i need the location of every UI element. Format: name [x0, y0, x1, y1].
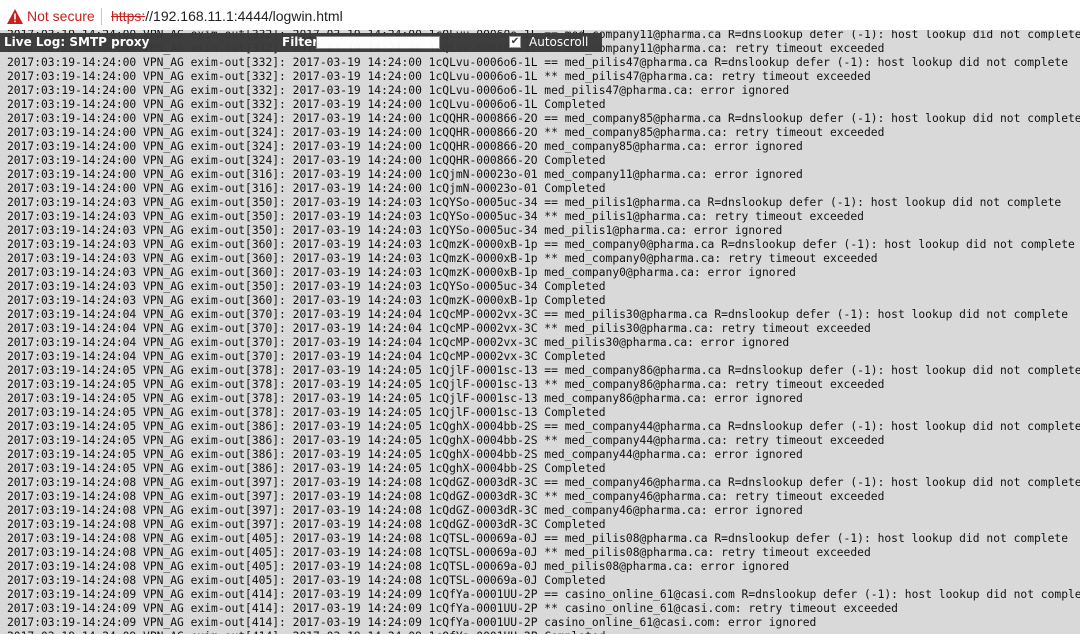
log-line: 2017:03:19-14:24:00 VPN_AG exim-out[332]… — [7, 70, 871, 83]
log-line: 2017:03:19-14:24:03 VPN_AG exim-out[360]… — [7, 294, 606, 307]
log-line: 2017:03:19-14:24:05 VPN_AG exim-out[386]… — [7, 420, 1080, 433]
log-line: 2017:03:19-14:24:08 VPN_AG exim-out[397]… — [7, 476, 1080, 489]
log-line: 2017:03:19-14:24:09 VPN_AG exim-out[414]… — [7, 616, 817, 629]
log-line: 2017:03:19-14:24:04 VPN_AG exim-out[370]… — [7, 308, 1069, 321]
log-line: 2017:03:19-14:24:03 VPN_AG exim-out[350]… — [7, 224, 783, 237]
log-line: 2017:03:19-14:24:05 VPN_AG exim-out[386]… — [7, 448, 803, 461]
log-line: 2017:03:19-14:24:08 VPN_AG exim-out[405]… — [7, 574, 606, 587]
autoscroll-checkbox[interactable]: ✔ — [509, 36, 521, 48]
log-line: 2017:03:19-14:24:08 VPN_AG exim-out[397]… — [7, 490, 885, 503]
log-line: 2017:03:19-14:24:03 VPN_AG exim-out[360]… — [7, 238, 1075, 251]
security-label[interactable]: Not secure — [27, 8, 95, 24]
log-line: 2017:03:19-14:24:09 VPN_AG exim-out[414]… — [7, 630, 606, 634]
browser-address-bar[interactable]: Not secure https://192.168.11.1:4444/log… — [0, 0, 1080, 33]
log-line: 2017:03:19-14:24:08 VPN_AG exim-out[405]… — [7, 546, 871, 559]
log-line: 2017:03:19-14:24:00 VPN_AG exim-out[324]… — [7, 140, 803, 153]
log-panel[interactable]: 2017:03:19-14:24:00 VPN_AG exim-out[332]… — [0, 30, 1080, 634]
log-line: 2017:03:19-14:24:03 VPN_AG exim-out[360]… — [7, 266, 796, 279]
log-line: 2017:03:19-14:24:00 VPN_AG exim-out[316]… — [7, 182, 606, 195]
log-line: 2017:03:19-14:24:08 VPN_AG exim-out[397]… — [7, 504, 803, 517]
url-scheme: https: — [111, 8, 146, 24]
log-line: 2017:03:19-14:24:00 VPN_AG exim-out[324]… — [7, 112, 1080, 125]
address-divider — [101, 8, 102, 25]
url-text[interactable]: https://192.168.11.1:4444/logwin.html — [111, 8, 343, 24]
log-line: 2017:03:19-14:24:05 VPN_AG exim-out[378]… — [7, 406, 606, 419]
warning-icon — [7, 9, 23, 24]
log-line: 2017:03:19-14:24:04 VPN_AG exim-out[370]… — [7, 322, 871, 335]
log-line: 2017:03:19-14:24:00 VPN_AG exim-out[332]… — [7, 56, 1069, 69]
log-line: 2017:03:19-14:24:00 VPN_AG exim-out[324]… — [7, 154, 606, 167]
log-line: 2017:03:19-14:24:05 VPN_AG exim-out[378]… — [7, 364, 1080, 377]
log-line: 2017:03:19-14:24:04 VPN_AG exim-out[370]… — [7, 350, 606, 363]
log-line: 2017:03:19-14:24:04 VPN_AG exim-out[370]… — [7, 336, 790, 349]
log-line: 2017:03:19-14:24:03 VPN_AG exim-out[350]… — [7, 196, 1062, 209]
log-line: 2017:03:19-14:24:05 VPN_AG exim-out[378]… — [7, 378, 885, 391]
log-line: 2017:03:19-14:24:08 VPN_AG exim-out[405]… — [7, 532, 1069, 545]
log-line: 2017:03:19-14:24:00 VPN_AG exim-out[324]… — [7, 126, 885, 139]
log-line: 2017:03:19-14:24:03 VPN_AG exim-out[350]… — [7, 280, 606, 293]
log-line: 2017:03:19-14:24:08 VPN_AG exim-out[405]… — [7, 560, 790, 573]
log-toolbar: Live Log: SMTP proxy Filter: ✔ Autoscrol… — [0, 33, 602, 52]
log-line: 2017:03:19-14:24:00 VPN_AG exim-out[332]… — [7, 84, 790, 97]
log-line: 2017:03:19-14:24:08 VPN_AG exim-out[397]… — [7, 518, 606, 531]
filter-input[interactable] — [316, 36, 440, 49]
log-line: 2017:03:19-14:24:05 VPN_AG exim-out[386]… — [7, 434, 885, 447]
log-line: 2017:03:19-14:24:00 VPN_AG exim-out[332]… — [7, 98, 606, 111]
log-line: 2017:03:19-14:24:05 VPN_AG exim-out[386]… — [7, 462, 606, 475]
log-title: Live Log: SMTP proxy — [4, 35, 150, 49]
log-line: 2017:03:19-14:24:09 VPN_AG exim-out[414]… — [7, 602, 898, 615]
url-rest: //192.168.11.1:4444/logwin.html — [145, 8, 343, 24]
log-line: 2017:03:19-14:24:03 VPN_AG exim-out[360]… — [7, 252, 878, 265]
log-line: 2017:03:19-14:24:00 VPN_AG exim-out[316]… — [7, 168, 803, 181]
log-line: 2017:03:19-14:24:09 VPN_AG exim-out[414]… — [7, 588, 1080, 601]
log-line: 2017:03:19-14:24:03 VPN_AG exim-out[350]… — [7, 210, 864, 223]
log-line: 2017:03:19-14:24:05 VPN_AG exim-out[378]… — [7, 392, 803, 405]
autoscroll-label[interactable]: Autoscroll — [529, 35, 588, 49]
